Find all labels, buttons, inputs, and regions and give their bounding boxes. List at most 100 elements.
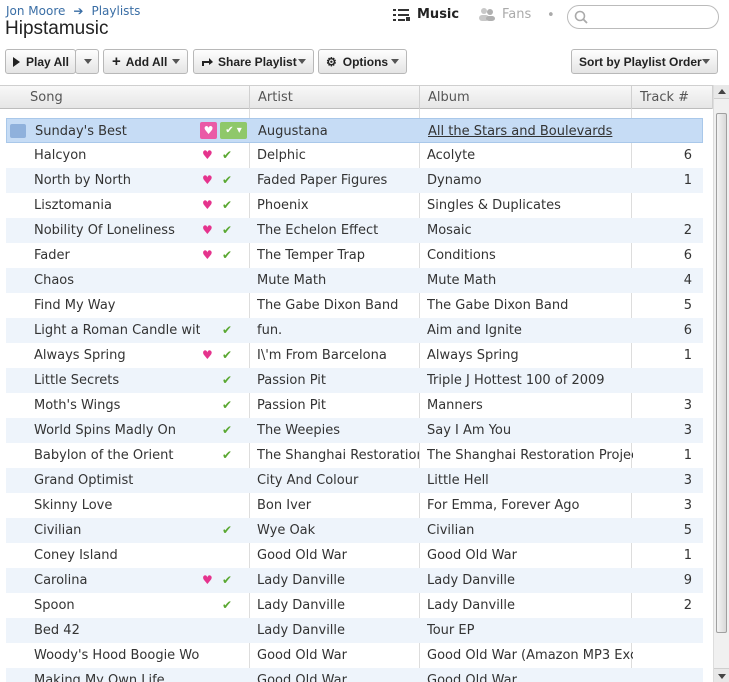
column-header-song[interactable]: Song xyxy=(22,86,250,109)
track-number-cell xyxy=(636,643,692,668)
table-row[interactable]: Coney Island Good Old War Good Old War 1 xyxy=(6,543,703,568)
library-check-icon[interactable]: ✔ xyxy=(222,393,232,418)
library-check-icon[interactable]: ✔ xyxy=(222,168,232,193)
table-row[interactable]: Halcyon ♥ ✔ Delphic Acolyte 6 xyxy=(6,143,703,168)
artist-cell: Delphic xyxy=(257,148,306,163)
track-number-cell: 3 xyxy=(683,473,692,488)
table-row[interactable]: Chaos Mute Math Mute Math 4 xyxy=(6,268,703,293)
artist-cell: Good Old War xyxy=(257,673,347,682)
table-row[interactable]: Grand Optimist City And Colour Little Hell… xyxy=(6,468,703,493)
table-row[interactable]: Woody's Hood Boogie Woo Good Old War Good … xyxy=(6,643,703,668)
table-row[interactable]: Lisztomania ♥ ✔ Phoenix Singles & Duplicates xyxy=(6,193,703,218)
share-playlist-button[interactable]: Share Playlist xyxy=(193,49,314,74)
table-row[interactable]: Bed 42 Lady Danville Tour EP xyxy=(6,618,703,643)
options-button[interactable]: ⚙ Options xyxy=(318,49,407,74)
library-check-icon[interactable]: ✔ xyxy=(222,418,232,443)
table-row[interactable]: Babylon of the Orient ✔ The Shanghai Resto… xyxy=(6,443,703,468)
favorite-heart-icon[interactable]: ♥ xyxy=(200,122,217,139)
album-cell: Mute Math xyxy=(427,273,497,288)
breadcrumb-user-link[interactable]: Jon Moore xyxy=(6,4,65,18)
table-row[interactable]: Civilian ✔ Wye Oak Civilian 5 xyxy=(6,518,703,543)
library-check-icon[interactable]: ✔ xyxy=(222,343,232,368)
album-cell: Mosaic xyxy=(427,223,472,238)
album-cell: Little Hell xyxy=(427,473,489,488)
play-all-dropdown[interactable] xyxy=(75,49,99,74)
search-input[interactable] xyxy=(567,5,719,29)
share-playlist-label: Share Playlist xyxy=(218,54,297,69)
table-row[interactable]: Find My Way The Gabe Dixon Band The Gabe D… xyxy=(6,293,703,318)
table-row[interactable]: World Spins Madly On ✔ The Weepies Say I Am… xyxy=(6,418,703,443)
favorite-heart-icon[interactable]: ♥ xyxy=(202,243,213,268)
library-check-icon[interactable]: ✔ xyxy=(222,568,232,593)
library-check-icon[interactable]: ✔ ▾ xyxy=(220,122,247,139)
play-icon xyxy=(13,56,20,67)
album-cell: The Gabe Dixon Band xyxy=(427,298,569,313)
library-check-icon[interactable]: ✔ xyxy=(222,518,232,543)
artist-cell: Mute Math xyxy=(257,273,327,288)
play-all-button[interactable]: Play All xyxy=(5,49,76,74)
favorite-heart-icon[interactable]: ♥ xyxy=(202,343,213,368)
table-row[interactable]: Sunday's Best ♥ ✔ ▾ Augustana All the Stars … xyxy=(6,118,703,143)
table-row[interactable]: North by North ♥ ✔ Faded Paper Figures Dynam… xyxy=(6,168,703,193)
artist-cell: City And Colour xyxy=(257,473,359,488)
favorite-heart-icon[interactable]: ♥ xyxy=(202,218,213,243)
scroll-down-button[interactable] xyxy=(714,668,729,682)
album-cell: Acolyte xyxy=(427,148,476,163)
song-cell: Little Secrets xyxy=(34,373,120,388)
gear-icon: ⚙ xyxy=(326,54,337,69)
tab-music[interactable]: Music xyxy=(393,7,459,22)
album-cell[interactable]: All the Stars and Boulevards xyxy=(428,119,634,144)
library-check-icon[interactable]: ✔ xyxy=(222,593,232,618)
scroll-thumb[interactable] xyxy=(716,113,727,633)
library-check-icon[interactable]: ✔ xyxy=(222,318,232,343)
track-number-cell xyxy=(636,368,692,393)
artist-cell: Lady Danville xyxy=(257,573,346,588)
song-cell: Nobility Of Loneliness xyxy=(34,223,175,238)
column-header-album[interactable]: Album xyxy=(420,86,632,109)
artist-cell: Passion Pit xyxy=(257,398,326,413)
breadcrumb-playlists-link[interactable]: Playlists xyxy=(91,4,140,18)
table-row[interactable]: Light a Roman Candle with ✔ fun. Aim and Ig… xyxy=(6,318,703,343)
arrow-up-icon xyxy=(718,89,726,94)
library-check-icon[interactable]: ✔ xyxy=(222,443,232,468)
add-all-button[interactable]: + Add All xyxy=(103,49,188,74)
favorite-heart-icon[interactable]: ♥ xyxy=(202,568,213,593)
library-check-icon[interactable]: ✔ xyxy=(222,193,232,218)
library-check-icon[interactable]: ✔ xyxy=(222,143,232,168)
track-number-cell: 2 xyxy=(683,223,692,238)
favorite-heart-icon[interactable]: ♥ xyxy=(202,143,213,168)
library-check-icon[interactable]: ✔ xyxy=(222,218,232,243)
table-row[interactable]: Carolina ♥ ✔ Lady Danville Lady Danville 9 xyxy=(6,568,703,593)
tab-fans[interactable]: Fans xyxy=(478,7,531,22)
table-row[interactable]: Skinny Love Bon Iver For Emma, Forever Ago… xyxy=(6,493,703,518)
favorite-heart-icon[interactable]: ♥ xyxy=(202,168,213,193)
table-row[interactable]: Fader ♥ ✔ The Temper Trap Conditions 6 xyxy=(6,243,703,268)
table-row[interactable]: Spoon ✔ Lady Danville Lady Danville 2 xyxy=(6,593,703,618)
song-cell: Civilian xyxy=(34,523,82,538)
table-row[interactable]: Nobility Of Loneliness ♥ ✔ The Echelon Effe… xyxy=(6,218,703,243)
track-number-cell: 9 xyxy=(683,573,692,588)
add-all-label: Add All xyxy=(125,54,168,69)
artist-cell: Lady Danville xyxy=(257,623,346,638)
artist-cell: Augustana xyxy=(258,124,328,139)
artist-cell: Lady Danville xyxy=(257,598,346,613)
table-header: Song Artist Album Track # xyxy=(0,85,713,109)
album-cell: Tour EP xyxy=(427,623,475,638)
track-number-cell: 1 xyxy=(683,448,692,463)
vertical-scrollbar[interactable] xyxy=(713,85,729,682)
sort-dropdown[interactable]: Sort by Playlist Order xyxy=(571,49,718,74)
album-cell: Always Spring xyxy=(427,348,519,363)
column-header-artist[interactable]: Artist xyxy=(250,86,420,109)
favorite-heart-icon[interactable]: ♥ xyxy=(202,193,213,218)
table-row[interactable]: Moth's Wings ✔ Passion Pit Manners 3 xyxy=(6,393,703,418)
scroll-up-button[interactable] xyxy=(714,85,729,99)
table-row[interactable]: Little Secrets ✔ Passion Pit Triple J Hotte… xyxy=(6,368,703,393)
table-row[interactable]: Always Spring ♥ ✔ I\'m From Barcelona Always… xyxy=(6,343,703,368)
add-to-queue-icon[interactable] xyxy=(10,124,26,138)
table-row[interactable]: Making My Own Life Good Old War Good Old W… xyxy=(6,668,703,682)
column-header-track[interactable]: Track # xyxy=(632,86,713,109)
album-cell: Conditions xyxy=(427,248,496,263)
library-check-icon[interactable]: ✔ xyxy=(222,368,232,393)
library-check-icon[interactable]: ✔ xyxy=(222,243,232,268)
song-cell: Skinny Love xyxy=(34,498,113,513)
